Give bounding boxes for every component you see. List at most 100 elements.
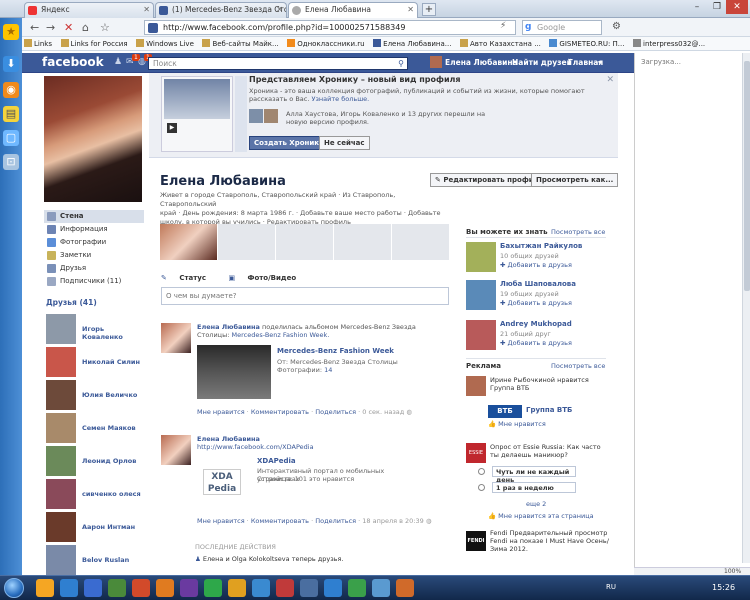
nav-friends[interactable]: Друзья (44, 262, 144, 275)
close-icon[interactable]: ✕ (143, 5, 150, 14)
photo-thumb[interactable] (334, 224, 391, 260)
radio-button[interactable] (478, 468, 485, 475)
friend-item[interactable]: Belov Ruslan (46, 545, 146, 577)
app-icon[interactable] (324, 579, 342, 597)
vtb-logo[interactable]: ВТБ (488, 405, 522, 418)
pymk-mutual[interactable]: 10 общих друзей (500, 252, 559, 260)
friend-item[interactable]: Николай Силин (46, 347, 146, 379)
photo-video-tab[interactable]: ▣ Фото/Видео (228, 274, 306, 282)
fendi-logo[interactable]: FENDI (466, 531, 486, 551)
nav-info[interactable]: Информация (44, 223, 144, 236)
history-icon[interactable]: ☆ (100, 21, 110, 34)
download-icon[interactable]: ⬇ (3, 56, 19, 72)
friend-item[interactable]: Юлия Величко (46, 380, 146, 412)
clock[interactable]: 15:26 (712, 583, 735, 592)
app-icon[interactable] (132, 579, 150, 597)
learn-more-link[interactable]: Узнайте больше. (312, 95, 370, 103)
app-icon[interactable] (108, 579, 126, 597)
avatar[interactable] (466, 320, 496, 350)
avatar[interactable] (466, 280, 496, 310)
create-timeline-button[interactable]: Создать Хронику (249, 136, 329, 150)
profile-picture[interactable] (44, 76, 142, 202)
friends-section-title[interactable]: Друзья (41) (46, 298, 97, 307)
app-icon[interactable] (228, 579, 246, 597)
app-icon[interactable] (396, 579, 414, 597)
status-zoom[interactable]: 100% (634, 567, 750, 575)
app-icon[interactable] (276, 579, 294, 597)
new-tab-button[interactable]: + (422, 3, 436, 16)
ad-page-name[interactable]: Группа ВТБ (526, 406, 572, 414)
ad-like-link[interactable]: 👍 Мне нравится (488, 420, 546, 428)
album-thumbnail[interactable] (197, 345, 271, 399)
scrollbar-thumb[interactable] (744, 61, 750, 291)
language-indicator[interactable]: RU (606, 583, 616, 591)
app-icon[interactable] (156, 579, 174, 597)
close-icon[interactable]: ✕ (407, 5, 414, 14)
avatar[interactable] (161, 323, 191, 353)
user-menu[interactable]: Елена Любавина (430, 56, 518, 68)
not-now-button[interactable]: Не сейчас (319, 136, 370, 150)
back-icon[interactable]: ← (30, 21, 39, 34)
photo-thumb[interactable] (218, 224, 275, 260)
search-icon[interactable]: ⚲ (398, 59, 404, 68)
pymk-name[interactable]: Бахытжан Райкулов (500, 242, 582, 250)
bookmark-item[interactable]: interpress032@... (631, 37, 709, 48)
facebook-logo[interactable]: facebook (42, 55, 104, 69)
add-friend-link[interactable]: ✚ Добавить в друзья (500, 339, 572, 347)
bookmark-item[interactable]: Елена Любавина... (371, 37, 455, 48)
refresh-icon[interactable]: ⚡ (500, 21, 506, 31)
view-as-button[interactable]: Просмотреть как... (531, 173, 619, 187)
poll-option[interactable]: 1 раз в неделю (478, 482, 606, 494)
search-input[interactable]: g Google (522, 20, 602, 35)
page-scrollbar[interactable] (742, 53, 750, 563)
app-icon[interactable] (252, 579, 270, 597)
window-icon[interactable]: ▢ (3, 130, 19, 146)
essie-logo[interactable]: ESSIE (466, 443, 486, 463)
pymk-name[interactable]: Люба Шаповалова (500, 280, 576, 288)
like-link[interactable]: Мне нравится (197, 408, 245, 416)
photo-thumb[interactable] (392, 224, 449, 260)
close-icon[interactable]: ✕ (276, 5, 283, 14)
play-icon[interactable]: ▶ (167, 123, 177, 133)
recent-activity-item[interactable]: ♟ Елена и Olga Kolokoltseva теперь друзь… (195, 555, 344, 563)
account-dropdown-icon[interactable]: ▾ (598, 58, 602, 67)
poll-option[interactable]: Чуть ли не каждый день (478, 466, 606, 484)
avatar[interactable] (466, 242, 496, 272)
friend-item[interactable]: Леонид Орлов (46, 446, 146, 478)
find-friends-link[interactable]: Найти друзей (512, 58, 572, 67)
poll-like-page-link[interactable]: 👍 Мне нравится эта страница (488, 512, 594, 520)
ads-see-all-link[interactable]: Посмотреть все (551, 362, 605, 370)
close-icon[interactable]: ✕ (606, 75, 614, 85)
menu-icon[interactable]: ⚙ (612, 21, 621, 32)
nav-subscribers[interactable]: Подписчики (11) (44, 275, 144, 288)
share-link[interactable]: Поделиться (315, 408, 356, 416)
app-icon[interactable] (180, 579, 198, 597)
app-icon[interactable] (204, 579, 222, 597)
share-link[interactable]: Поделиться (315, 517, 356, 525)
ie-icon[interactable] (60, 579, 78, 597)
nav-notes[interactable]: Заметки (44, 249, 144, 262)
nav-wall[interactable]: Стена (44, 210, 144, 223)
comment-link[interactable]: Комментировать (251, 408, 309, 416)
xdapedia-logo[interactable]: XDA Pedia (203, 469, 241, 495)
page-title-link[interactable]: XDAPedia (257, 457, 296, 465)
tab-yandex[interactable]: Яндекс ✕ (24, 2, 154, 18)
friend-item[interactable]: Игорь Коваленко (46, 314, 146, 346)
stop-icon[interactable]: ✕ (64, 21, 73, 34)
facebook-search-input[interactable]: Поиск ⚲ (148, 57, 408, 70)
photo-thumb[interactable] (160, 224, 217, 260)
home-icon[interactable]: ⌂ (82, 21, 89, 34)
friend-item[interactable]: Семен Маяков (46, 413, 146, 445)
maximize-button[interactable]: ❐ (706, 0, 728, 14)
bookmark-item[interactable]: Авто Казахстана ... (458, 37, 545, 48)
bookmark-item[interactable]: Windows Live (134, 37, 198, 48)
album-title[interactable]: Mercedes-Benz Fashion Week (277, 347, 394, 355)
app-icon[interactable] (372, 579, 390, 597)
pymk-name[interactable]: Andrey Mukhopad (500, 320, 572, 328)
window-close-button[interactable]: ✕ (726, 0, 748, 14)
rss-icon[interactable]: ◉ (3, 82, 19, 98)
tab-mercedes[interactable]: (1) Mercedes-Benz Звезда Столицы ✕ (155, 2, 287, 18)
star-icon[interactable]: ★ (3, 24, 19, 40)
friend-requests-icon[interactable]: ♟ (114, 57, 124, 67)
album-link[interactable]: Mercedes-Benz Fashion Week. (232, 331, 330, 339)
